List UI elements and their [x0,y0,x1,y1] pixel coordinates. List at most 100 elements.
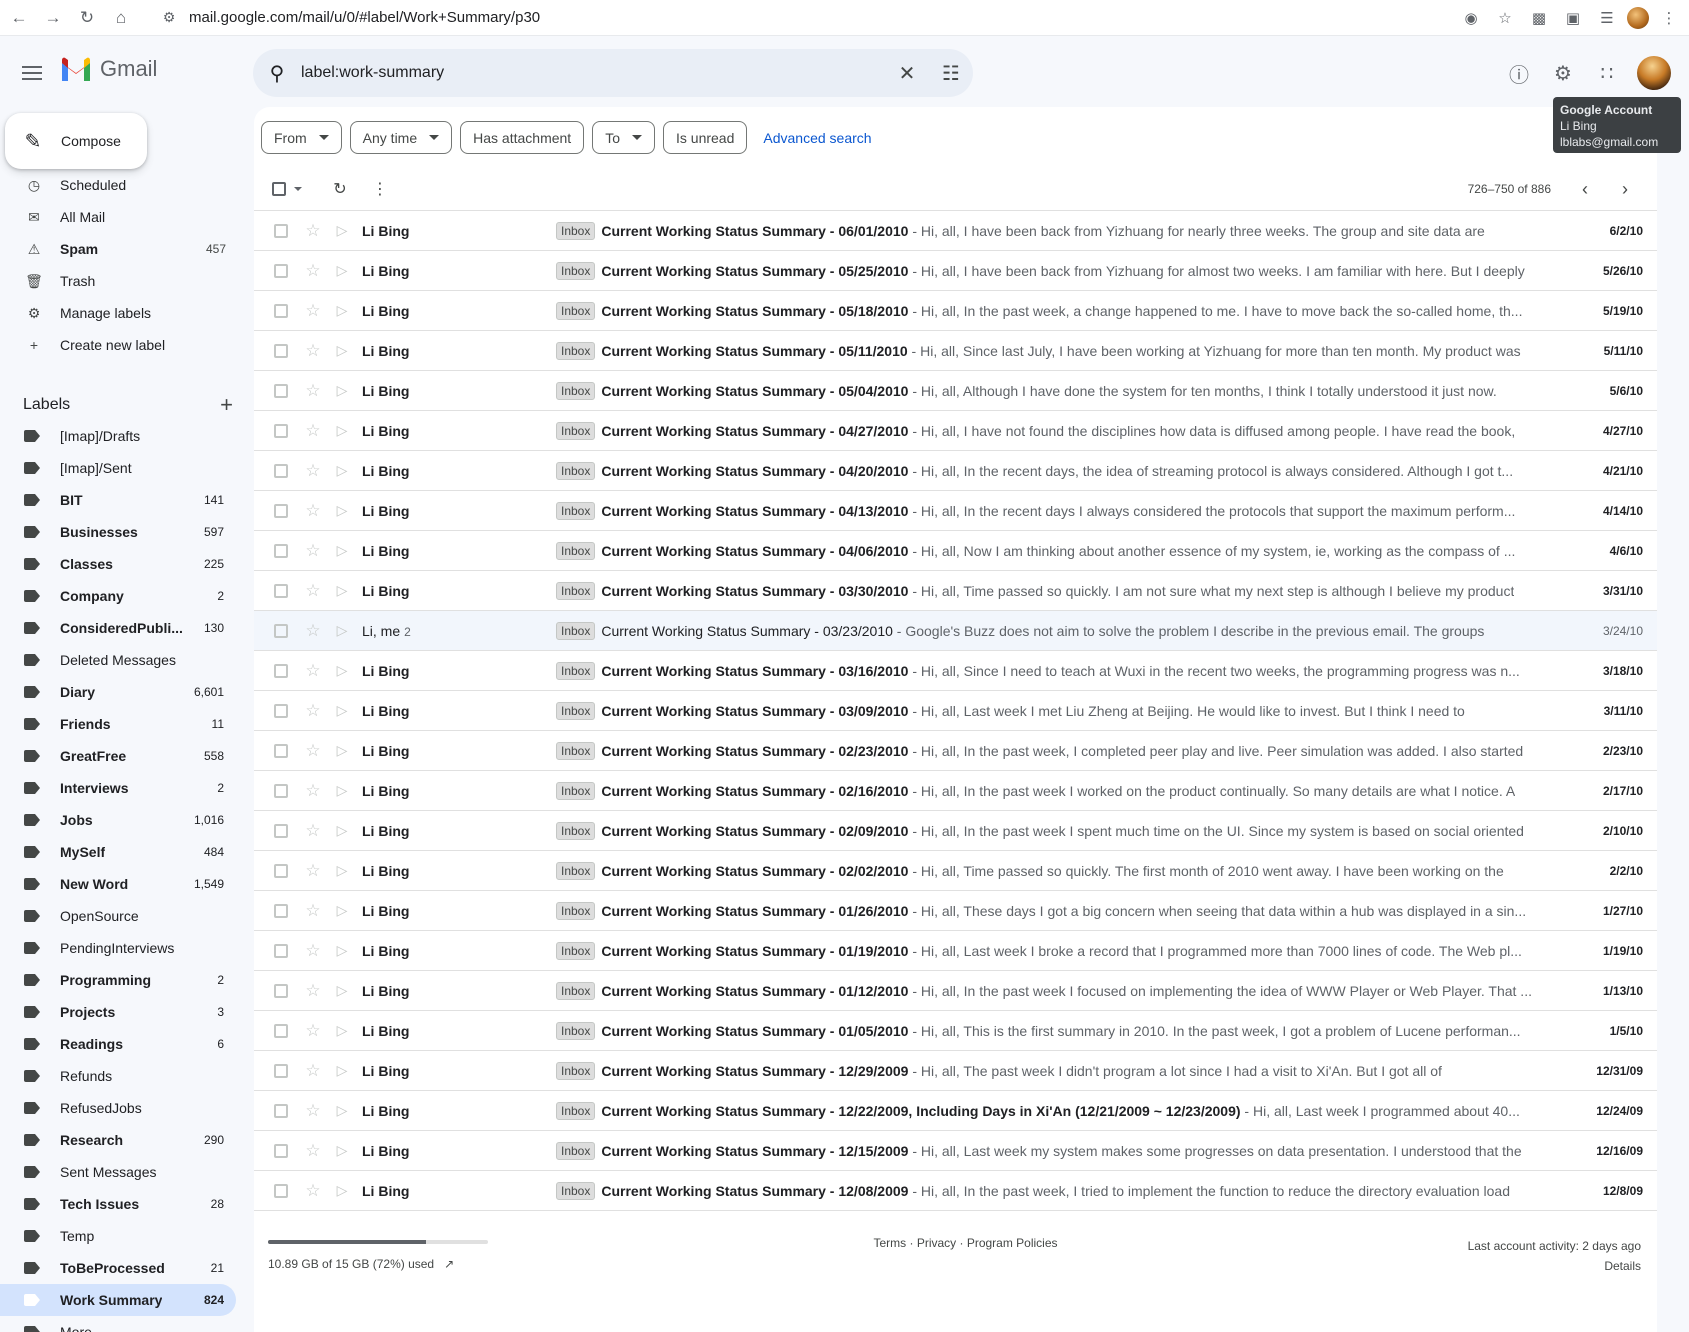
email-checkbox[interactable] [274,943,288,958]
sidebar-label-tech-issues[interactable]: Tech Issues 28 [0,1188,236,1220]
inbox-badge[interactable]: Inbox [556,781,596,800]
important-marker-icon[interactable]: ▷ [328,462,356,479]
sidebar-label-readings[interactable]: Readings 6 [0,1028,236,1060]
email-row[interactable]: ☆ ▷ Li, me 2 Inbox Current Working Status Sum… [254,611,1657,651]
important-marker-icon[interactable]: ▷ [328,862,356,879]
back-icon[interactable]: ← [2,1,36,35]
inbox-badge[interactable]: Inbox [556,461,596,480]
sidebar-item-trash[interactable]: 🗑 Trash [0,265,240,297]
browser-menu-icon[interactable]: ⋮ [1655,4,1683,32]
clear-search-icon[interactable]: ✕ [885,61,929,86]
sidebar-label-opensource[interactable]: OpenSource [0,900,236,932]
star-icon[interactable]: ☆ [298,1181,328,1201]
sidebar-label-businesses[interactable]: Businesses 597 [0,516,236,548]
prev-page-icon[interactable]: ‹ [1565,179,1605,200]
details-link[interactable]: Details [1468,1256,1641,1276]
help-icon[interactable]: ⓘ [1497,51,1541,95]
sidebar-label-refunds[interactable]: Refunds [0,1060,236,1092]
email-checkbox[interactable] [274,503,288,518]
inbox-badge[interactable]: Inbox [556,941,596,960]
gmail-logo[interactable]: Gmail [60,56,157,82]
important-marker-icon[interactable]: ▷ [328,1062,356,1079]
inbox-badge[interactable]: Inbox [556,981,596,1000]
email-row[interactable]: ☆ ▷ Li Bing Inbox Current Working Status Sum… [254,251,1657,291]
email-row[interactable]: ☆ ▷ Li Bing Inbox Current Working Status Sum… [254,211,1657,251]
inbox-badge[interactable]: Inbox [556,261,596,280]
inbox-badge[interactable]: Inbox [556,581,596,600]
star-icon[interactable]: ☆ [298,1021,328,1041]
sidebar-item-all-mail[interactable]: ✉ All Mail [0,201,240,233]
footer-links[interactable]: Terms · Privacy · Program Policies [254,1236,1657,1250]
url-text[interactable]: mail.google.com/mail/u/0/#label/Work+Sum… [189,9,540,26]
filter-to[interactable]: To [592,121,655,154]
email-row[interactable]: ☆ ▷ Li Bing Inbox Current Working Status Sum… [254,331,1657,371]
sidebar-label-more[interactable]: More [0,1316,236,1332]
star-icon[interactable]: ☆ [298,661,328,681]
email-row[interactable]: ☆ ▷ Li Bing Inbox Current Working Status Sum… [254,1011,1657,1051]
email-checkbox[interactable] [274,1103,288,1118]
inbox-badge[interactable]: Inbox [556,301,596,320]
eye-off-icon[interactable]: ◉ [1457,4,1485,32]
star-icon[interactable]: ☆ [298,981,328,1001]
sidebar-label-temp[interactable]: Temp [0,1220,236,1252]
email-row[interactable]: ☆ ▷ Li Bing Inbox Current Working Status Sum… [254,931,1657,971]
select-all-checkbox[interactable] [272,182,286,196]
sidebar-label-interviews[interactable]: Interviews 2 [0,772,236,804]
extension-icon[interactable]: ▩ [1525,4,1553,32]
search-input[interactable] [301,64,885,82]
sidebar-label-projects[interactable]: Projects 3 [0,996,236,1028]
important-marker-icon[interactable]: ▷ [328,342,356,359]
email-checkbox[interactable] [274,1023,288,1038]
main-menu-icon[interactable] [18,59,46,87]
star-icon[interactable]: ☆ [298,381,328,401]
browser-profile-avatar[interactable] [1627,7,1649,29]
star-icon[interactable]: ☆ [298,301,328,321]
search-options-icon[interactable]: ☷ [929,61,973,86]
settings-gear-icon[interactable]: ⚙ [1541,51,1585,95]
email-checkbox[interactable] [274,823,288,838]
sidebar-label-diary[interactable]: Diary 6,601 [0,676,236,708]
email-row[interactable]: ☆ ▷ Li Bing Inbox Current Working Status Sum… [254,811,1657,851]
filter-any-time[interactable]: Any time [349,121,453,154]
email-row[interactable]: ☆ ▷ Li Bing Inbox Current Working Status Sum… [254,291,1657,331]
add-label-icon[interactable]: + [220,392,233,418]
email-checkbox[interactable] [274,263,288,278]
inbox-badge[interactable]: Inbox [556,701,596,720]
email-checkbox[interactable] [274,383,288,398]
sidebar-label-pendinginterviews[interactable]: PendingInterviews [0,932,236,964]
important-marker-icon[interactable]: ▷ [328,622,356,639]
email-checkbox[interactable] [274,583,288,598]
puzzle-icon[interactable]: ▣ [1559,4,1587,32]
important-marker-icon[interactable]: ▷ [328,902,356,919]
star-icon[interactable]: ☆ [298,501,328,521]
sidebar-label-research[interactable]: Research 290 [0,1124,236,1156]
email-checkbox[interactable] [274,623,288,638]
sidebar-item-create-label[interactable]: + Create new label [0,329,240,361]
star-icon[interactable]: ☆ [298,621,328,641]
email-row[interactable]: ☆ ▷ Li Bing Inbox Current Working Status Sum… [254,371,1657,411]
sidebar-label-imap-sent[interactable]: [Imap]/Sent [0,452,236,484]
sidebar-label-tobeprocessed[interactable]: ToBeProcessed 21 [0,1252,236,1284]
important-marker-icon[interactable]: ▷ [328,702,356,719]
sidebar-label-friends[interactable]: Friends 11 [0,708,236,740]
star-icon[interactable]: ☆ [298,1061,328,1081]
star-icon[interactable]: ☆ [298,741,328,761]
important-marker-icon[interactable]: ▷ [328,662,356,679]
email-checkbox[interactable] [274,543,288,558]
sidebar-label-imap-drafts[interactable]: [Imap]/Drafts [0,420,236,452]
email-row[interactable]: ☆ ▷ Li Bing Inbox Current Working Status Sum… [254,1131,1657,1171]
star-icon[interactable]: ☆ [298,421,328,441]
star-icon[interactable]: ☆ [298,581,328,601]
email-row[interactable]: ☆ ▷ Li Bing Inbox Current Working Status Sum… [254,1171,1657,1211]
email-row[interactable]: ☆ ▷ Li Bing Inbox Current Working Status Sum… [254,851,1657,891]
email-checkbox[interactable] [274,423,288,438]
star-icon[interactable]: ☆ [298,901,328,921]
filter-is-unread[interactable]: Is unread [663,121,748,154]
reload-icon[interactable]: ↻ [70,1,104,35]
star-icon[interactable]: ☆ [298,461,328,481]
forward-icon[interactable]: → [36,1,70,35]
inbox-badge[interactable]: Inbox [556,1101,596,1120]
star-icon[interactable]: ☆ [298,781,328,801]
inbox-badge[interactable]: Inbox [556,1181,596,1200]
email-checkbox[interactable] [274,703,288,718]
